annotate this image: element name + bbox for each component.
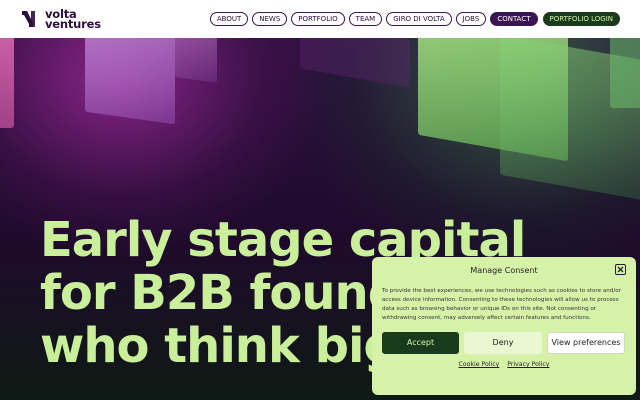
close-x-icon — [617, 266, 624, 273]
site-header: volta ventures ABOUT NEWS PORTFOLIO TEAM… — [0, 0, 640, 38]
nav-contact-button[interactable]: CONTACT — [490, 12, 538, 26]
cookie-consent-dialog: Manage Consent To provide the best exper… — [372, 257, 636, 395]
decorative-panel — [610, 38, 640, 108]
logo-line-2: ventures — [45, 17, 101, 31]
nav-giro-di-volta[interactable]: GIRO DI VOLTA — [386, 12, 452, 26]
portfolio-login-button[interactable]: PORTFOLIO LOGIN — [542, 12, 620, 26]
nav-jobs[interactable]: JOBS — [455, 12, 487, 26]
consent-title: Manage Consent — [470, 266, 538, 275]
consent-links: Cookie Policy Privacy Policy — [382, 361, 626, 368]
volta-ventures-logo[interactable]: volta ventures — [20, 8, 101, 31]
decorative-panel — [85, 38, 175, 125]
decorative-panel — [0, 38, 14, 128]
consent-buttons: Accept Deny View preferences — [382, 332, 626, 354]
nav-team[interactable]: TEAM — [348, 12, 383, 26]
main-nav: ABOUT NEWS PORTFOLIO TEAM GIRO DI VOLTA … — [209, 12, 620, 26]
decorative-panel — [300, 38, 410, 88]
cookie-policy-link[interactable]: Cookie Policy — [459, 361, 500, 368]
deny-button[interactable]: Deny — [464, 332, 542, 354]
view-preferences-button[interactable]: View preferences — [547, 332, 625, 354]
nav-news[interactable]: NEWS — [252, 12, 288, 26]
consent-body-text: To provide the best experiences, we use … — [382, 288, 621, 321]
decorative-panel — [175, 38, 217, 83]
accept-button[interactable]: Accept — [382, 332, 459, 354]
nav-about[interactable]: ABOUT — [209, 12, 249, 26]
logo-mark-icon — [22, 11, 35, 27]
privacy-policy-link[interactable]: Privacy Policy — [507, 361, 549, 368]
nav-portfolio[interactable]: PORTFOLIO — [291, 12, 345, 26]
close-icon[interactable] — [615, 264, 626, 275]
